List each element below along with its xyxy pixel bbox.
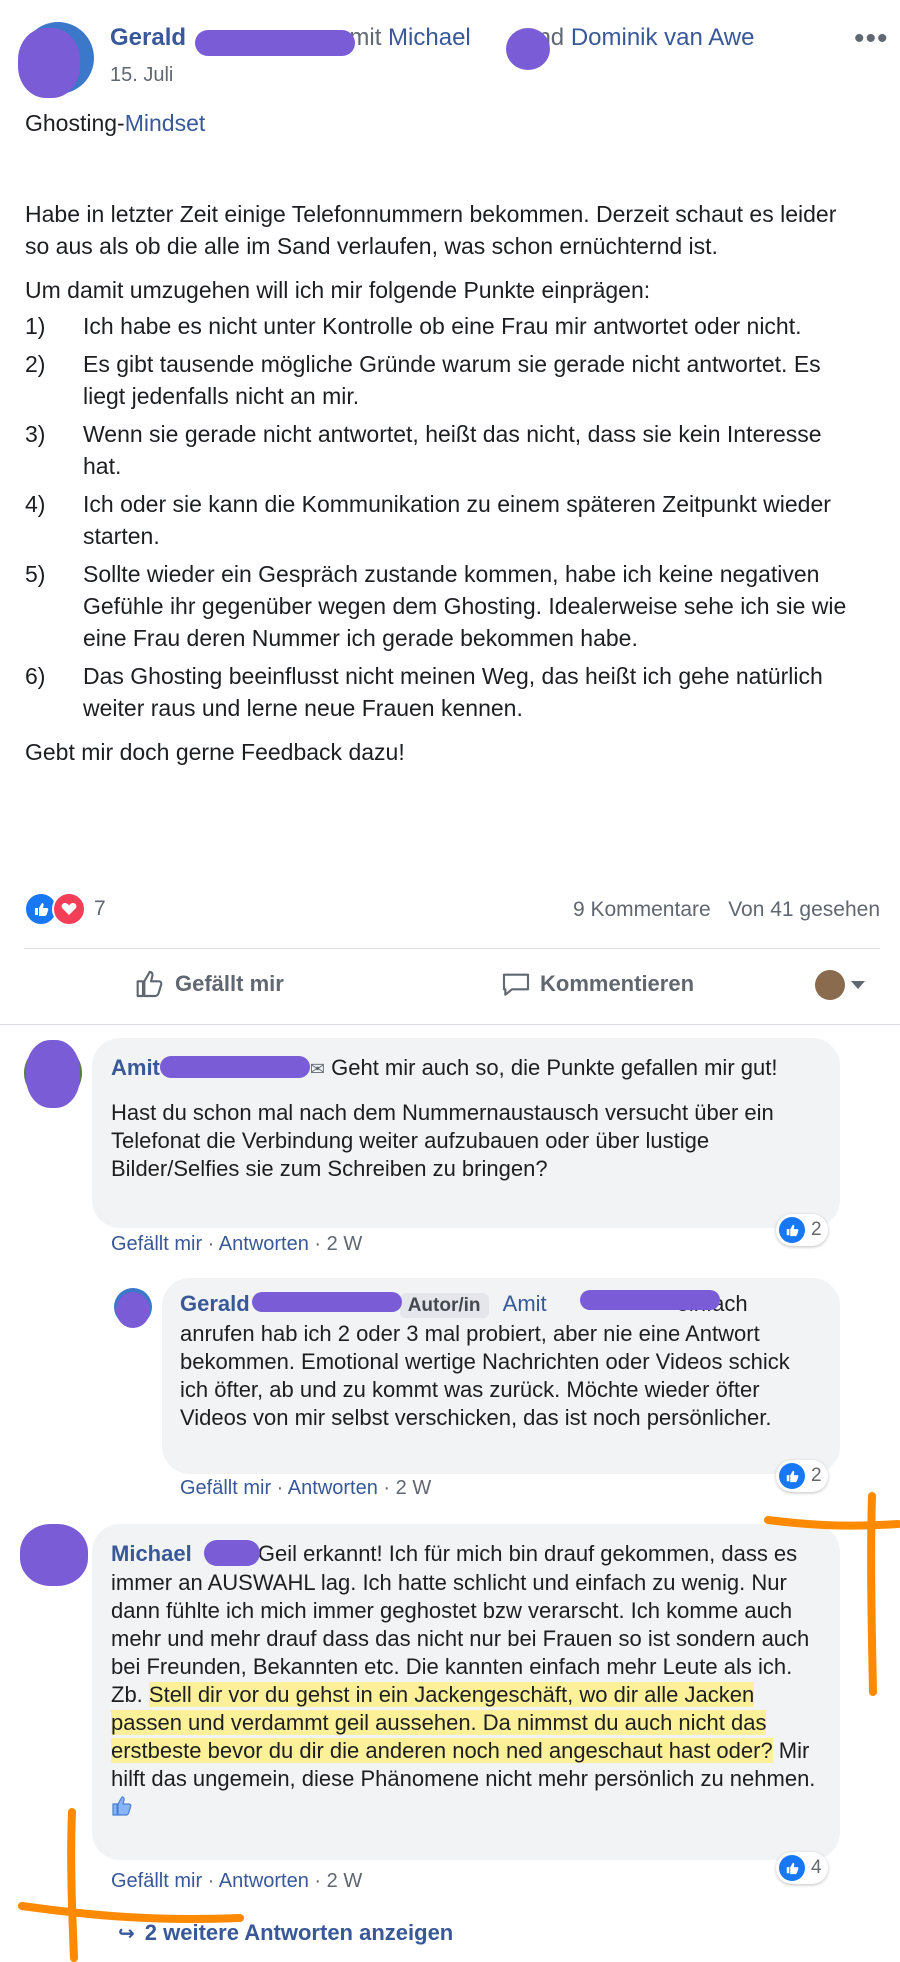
annotation-marks <box>18 1492 900 1962</box>
annotation-stroke <box>18 1902 244 1924</box>
annotation-stroke <box>867 1492 877 1696</box>
annotation-stroke <box>67 1808 78 1962</box>
annotation-stroke <box>764 1516 900 1530</box>
